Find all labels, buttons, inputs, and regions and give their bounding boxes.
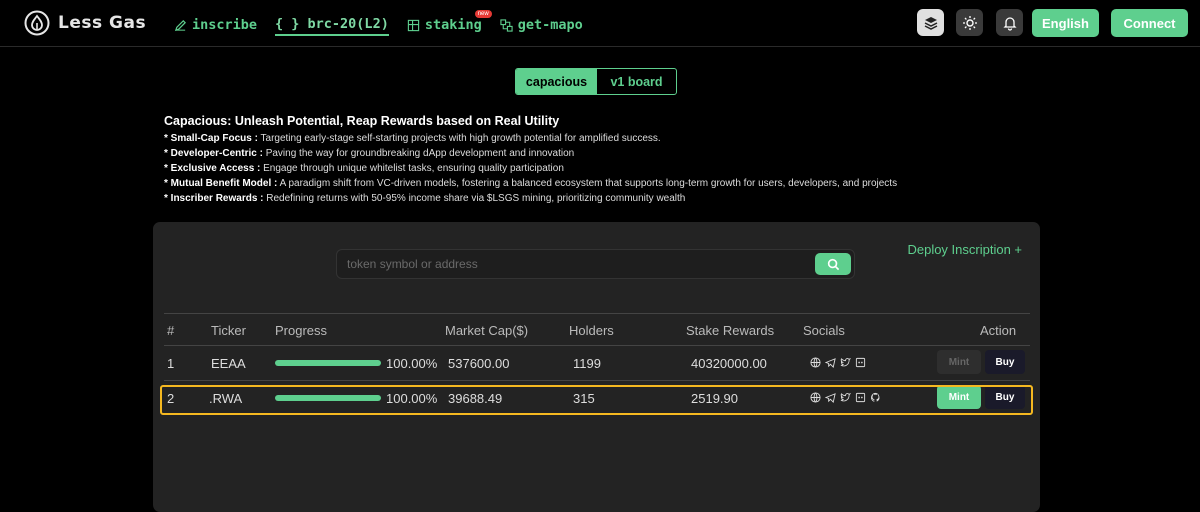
- pencil-icon: [174, 19, 186, 31]
- intro-line-text: Redefining returns with 50-95% income sh…: [263, 193, 686, 204]
- progress-bar: [275, 395, 381, 401]
- intro-line-text: Targeting early-stage self-starting proj…: [257, 133, 661, 144]
- notifications-button[interactable]: [996, 9, 1023, 36]
- intro-section: Capacious: Unleash Potential, Reap Rewar…: [164, 114, 1064, 206]
- nav-inscribe-label: inscribe: [192, 17, 258, 33]
- intro-line-text: A paradigm shift from VC-driven models, …: [277, 178, 898, 189]
- table-header: # Ticker Progress Market Cap($) Holders …: [164, 313, 1030, 346]
- telegram-icon[interactable]: [825, 392, 836, 403]
- board-tabs: capacious v1 board: [515, 68, 677, 95]
- new-badge: new: [474, 10, 492, 18]
- nav-staking-label: staking: [424, 17, 482, 33]
- intro-line: * Exclusive Access : Engage through uniq…: [164, 161, 1064, 176]
- nav-brc20[interactable]: { } brc-20(L2): [275, 14, 389, 36]
- search-input[interactable]: [347, 250, 807, 278]
- github-icon[interactable]: [870, 392, 881, 403]
- link-icon: [500, 18, 513, 32]
- table-row: 1 EEAA 100.00% 537600.00 1199 40320000.0…: [164, 346, 1030, 381]
- theme-toggle-button[interactable]: [956, 9, 983, 36]
- col-number: #: [167, 323, 175, 338]
- intro-line-key: * Mutual Benefit Model :: [164, 178, 278, 189]
- intro-line-key: * Inscriber Rewards :: [164, 193, 264, 204]
- social-links: [810, 392, 881, 403]
- col-progress: Progress: [275, 323, 328, 338]
- tab-v1-board[interactable]: v1 board: [597, 69, 676, 94]
- deploy-inscription-link[interactable]: Deploy Inscription +: [907, 242, 1022, 257]
- nav-brc20-label: { } brc-20(L2): [275, 16, 389, 32]
- row-holders: 1199: [573, 356, 601, 371]
- language-button[interactable]: English: [1032, 9, 1099, 37]
- intro-title: Capacious: Unleash Potential, Reap Rewar…: [164, 114, 560, 128]
- discord-icon[interactable]: [855, 392, 866, 403]
- buy-button[interactable]: Buy: [985, 385, 1025, 409]
- row-number: 1: [167, 356, 175, 371]
- intro-line: * Inscriber Rewards : Redefining returns…: [164, 191, 1064, 206]
- flame-logo-icon: [24, 10, 50, 36]
- buy-button[interactable]: Buy: [985, 350, 1025, 374]
- mint-button[interactable]: Mint: [937, 350, 981, 374]
- table-row: 2 .RWA 100.00% 39688.49 315 2519.90 Mint…: [164, 381, 1030, 416]
- social-links: [810, 357, 866, 368]
- col-holders: Holders: [569, 323, 614, 338]
- search-icon: [827, 258, 839, 270]
- nav-inscribe[interactable]: inscribe: [174, 14, 257, 36]
- brand-name: Less Gas: [58, 13, 147, 33]
- main-nav: inscribe { } brc-20(L2) staking new get-…: [174, 10, 583, 36]
- globe-icon[interactable]: [810, 392, 821, 403]
- connect-button[interactable]: Connect: [1111, 9, 1188, 37]
- tab-capacious[interactable]: capacious: [516, 69, 597, 94]
- nav-get-mapo[interactable]: get-mapo: [500, 14, 583, 36]
- col-ticker: Ticker: [211, 323, 246, 338]
- nav-get-mapo-label: get-mapo: [517, 17, 583, 33]
- discord-icon[interactable]: [855, 357, 866, 368]
- search-button[interactable]: [815, 253, 851, 275]
- intro-line: * Small-Cap Focus : Targeting early-stag…: [164, 131, 1064, 146]
- col-stake-rewards: Stake Rewards: [686, 323, 775, 338]
- mint-button[interactable]: Mint: [937, 385, 981, 409]
- bell-icon: [1002, 16, 1017, 31]
- nav-staking[interactable]: staking new: [407, 10, 492, 36]
- twitter-icon[interactable]: [840, 357, 851, 368]
- progress-bar: [275, 360, 381, 366]
- search-box: [336, 249, 855, 279]
- col-market-cap: Market Cap($): [445, 323, 529, 338]
- row-stake-rewards: 40320000.00: [691, 356, 767, 371]
- sun-icon: [962, 15, 977, 30]
- row-progress-text: 100.00%: [386, 356, 438, 371]
- row-progress-text: 100.00%: [386, 391, 438, 406]
- intro-line-text: Paving the way for groundbreaking dApp d…: [262, 148, 575, 159]
- intro-line-text: Engage through unique whitelist tasks, e…: [260, 163, 564, 174]
- row-market-cap: 537600.00: [448, 356, 510, 371]
- telegram-icon[interactable]: [825, 357, 836, 368]
- row-market-cap: 39688.49: [448, 391, 503, 406]
- globe-icon[interactable]: [810, 357, 821, 368]
- grid-icon: [407, 19, 419, 31]
- intro-line-key: * Developer-Centric :: [164, 148, 263, 159]
- row-ticker: .RWA: [209, 391, 243, 406]
- row-number: 2: [167, 391, 175, 406]
- token-panel: Deploy Inscription + # Ticker Progress M…: [153, 222, 1040, 512]
- layers-button[interactable]: [917, 9, 944, 36]
- twitter-icon[interactable]: [840, 392, 851, 403]
- row-holders: 315: [573, 391, 595, 406]
- col-action: Action: [980, 323, 1017, 338]
- intro-line: * Mutual Benefit Model : A paradigm shif…: [164, 176, 1064, 191]
- intro-line-key: * Small-Cap Focus :: [164, 133, 258, 144]
- top-bar: Less Gas inscribe { } brc-20(L2) staking…: [0, 0, 1200, 47]
- intro-line-key: * Exclusive Access :: [164, 163, 261, 174]
- col-socials: Socials: [803, 323, 845, 338]
- brand-logo[interactable]: Less Gas: [24, 10, 146, 36]
- row-stake-rewards: 2519.90: [691, 391, 738, 406]
- intro-line: * Developer-Centric : Paving the way for…: [164, 146, 1064, 161]
- layers-icon: [924, 16, 937, 30]
- row-ticker: EEAA: [211, 356, 246, 371]
